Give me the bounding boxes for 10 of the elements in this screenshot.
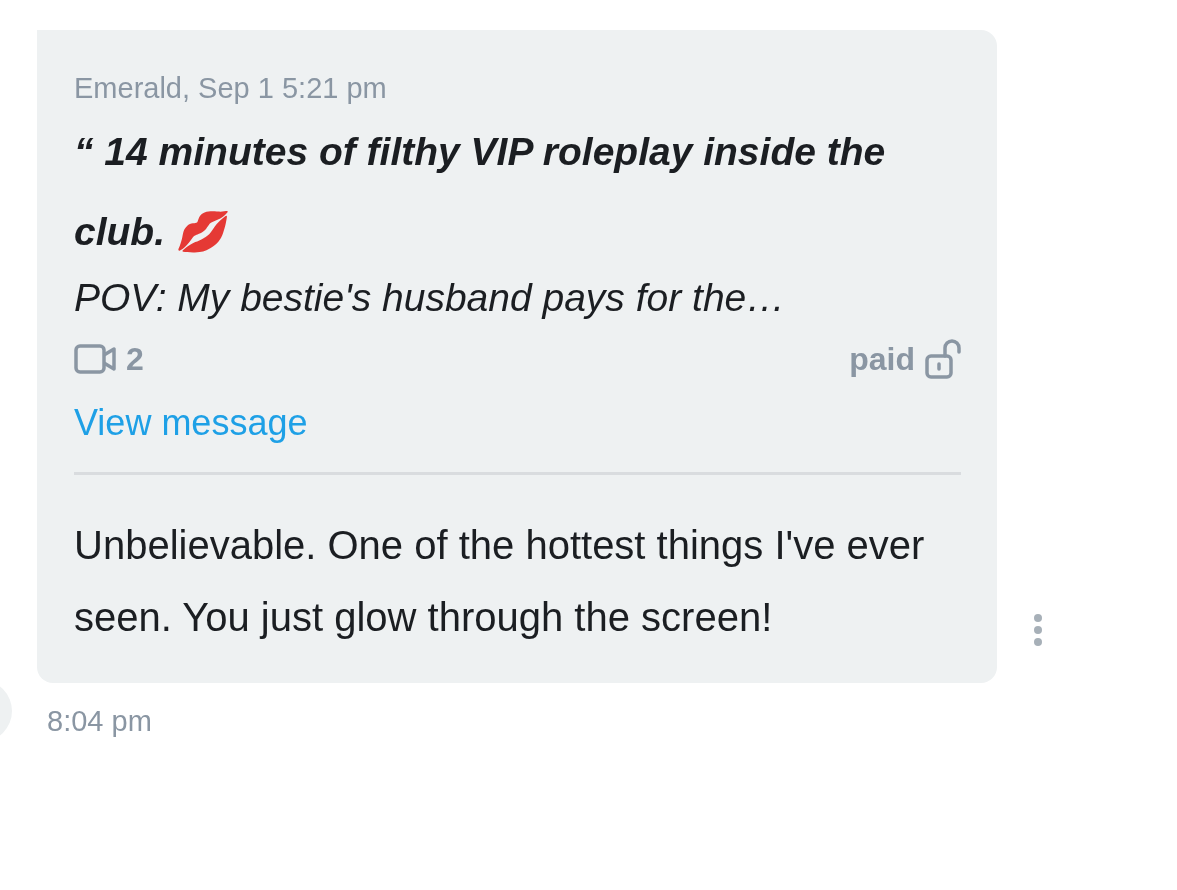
message-time: 8:04 pm	[47, 705, 152, 738]
video-icon	[74, 343, 116, 375]
price-label: paid	[849, 340, 915, 378]
quote-subtitle: POV: My bestie's husband pays for the…	[74, 275, 787, 321]
quote-title: “ 14 minutes of filthy VIP roleplay inside the club. 💋	[74, 129, 887, 255]
quote-header: Emerald, Sep 1 5:21 pm	[74, 71, 388, 106]
more-icon[interactable]	[1033, 613, 1043, 647]
video-count: 2	[126, 340, 144, 378]
view-message-link[interactable]: View message	[74, 402, 308, 444]
message-text: Unbelievable. One of the hottest things I've ever seen. You just glow through the screen!	[74, 522, 926, 641]
